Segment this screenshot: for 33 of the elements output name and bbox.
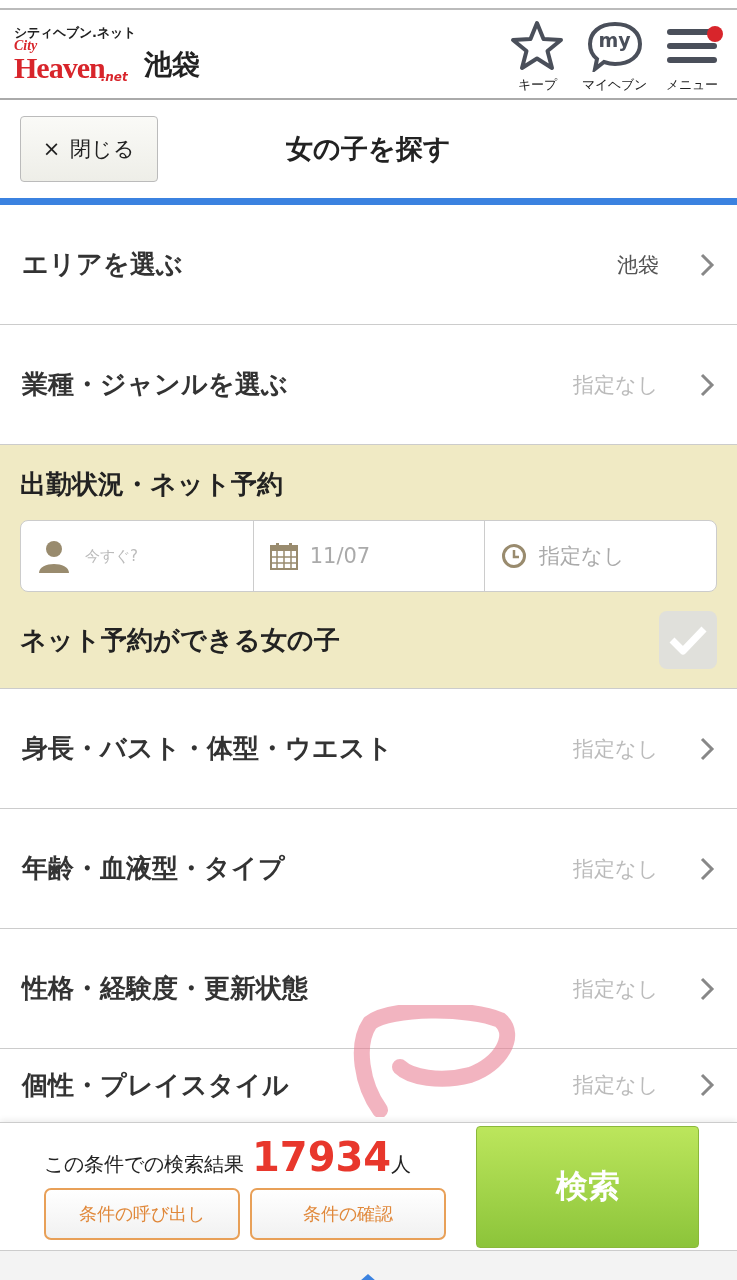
filter-row[interactable]: エリアを選ぶ 池袋 xyxy=(0,205,737,325)
star-icon xyxy=(509,20,565,72)
chevron-icon xyxy=(699,855,715,882)
chevron-icon xyxy=(699,735,715,762)
location-label: 池袋 xyxy=(143,47,200,83)
result-label: この条件での検索結果 xyxy=(44,1150,244,1178)
person-icon xyxy=(37,539,71,573)
header-action[interactable]: キープ xyxy=(506,20,568,94)
my-label: my xyxy=(597,29,632,51)
checkmark-icon xyxy=(668,624,708,656)
speech-bubble-icon xyxy=(586,20,643,72)
logo-kana: シティヘブン.ネット xyxy=(14,25,136,39)
checkbox-label: ネット予約ができる女の子 xyxy=(20,623,340,657)
calendar-icon xyxy=(269,542,298,570)
close-button[interactable]: × 閉じる xyxy=(20,116,158,182)
count-unit: 人 xyxy=(391,1151,412,1178)
logo-city: City xyxy=(14,38,38,53)
checkbox[interactable] xyxy=(659,611,717,669)
filter-row[interactable]: 身長・バスト・体型・ウエスト 指定なし xyxy=(0,689,737,809)
filter-row[interactable]: 性格・経験度・更新状態 指定なし xyxy=(0,929,737,1049)
page-title: 女の子を探す xyxy=(286,133,451,164)
filter-row[interactable]: 年齢・血液型・タイプ 指定なし xyxy=(0,809,737,929)
header-action[interactable]: メニュー xyxy=(661,20,723,94)
clock-icon xyxy=(501,543,528,569)
header-action[interactable]: my マイヘブン xyxy=(582,20,647,94)
chevron-icon xyxy=(699,975,715,1002)
filter-row[interactable]: 個性・プレイスタイル 指定なし xyxy=(0,1049,737,1121)
chevron-icon xyxy=(699,1072,715,1098)
chevron-icon xyxy=(699,371,715,398)
result-count: 17934 xyxy=(252,1133,392,1180)
chevron-icon xyxy=(699,251,715,278)
section-title: 出勤状況・ネット予約 xyxy=(20,468,284,501)
time-input-field[interactable]: 今すぐ? xyxy=(83,546,207,566)
